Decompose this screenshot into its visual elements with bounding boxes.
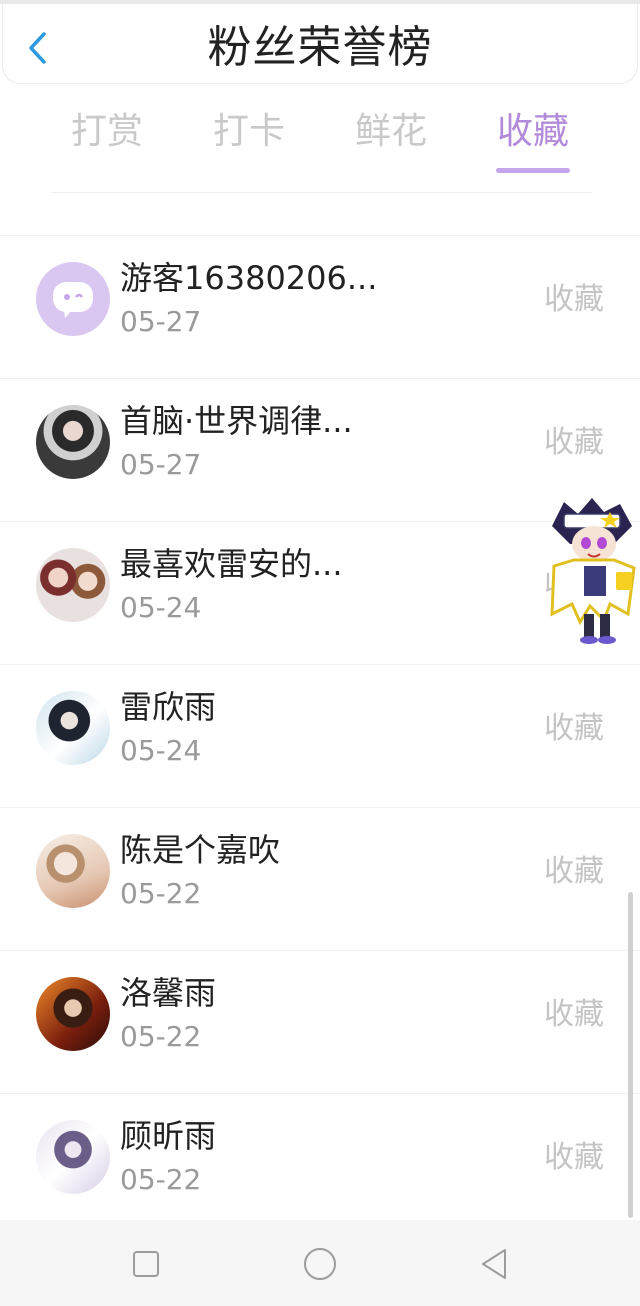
fan-date: 05-22 (120, 877, 202, 910)
fan-name: 游客16380206... (120, 259, 378, 297)
page-title: 粉丝荣誉榜 (207, 22, 433, 73)
fan-action-label: 收藏 (544, 425, 604, 460)
fan-date: 05-24 (120, 734, 202, 767)
list-item[interactable]: 顾昕雨 05-22 收藏 (0, 1093, 640, 1236)
fan-date: 05-27 (120, 448, 202, 481)
system-back-button[interactable] (472, 1242, 516, 1286)
fan-name: 雷欣雨 (120, 688, 217, 726)
fan-list: 游客16380206... 05-27 收藏 首脑·世界调律... 05-27 … (0, 235, 640, 1236)
tab-label: 打卡 (212, 111, 285, 152)
fan-date: 05-22 (120, 1020, 202, 1053)
fan-name: 最喜欢雷安的... (120, 545, 343, 583)
fan-action-label: 收藏 (544, 854, 604, 889)
square-icon (133, 1251, 159, 1277)
avatar[interactable] (36, 834, 110, 908)
scrollbar[interactable] (628, 892, 633, 1218)
fan-name: 顾昕雨 (120, 1117, 217, 1155)
header-card: 粉丝荣誉榜 (2, 4, 638, 84)
divider (52, 192, 592, 193)
avatar[interactable] (36, 262, 110, 336)
default-avatar-icon (53, 282, 93, 318)
circle-icon (304, 1248, 336, 1280)
fan-date: 05-27 (120, 305, 202, 338)
fan-date: 05-22 (120, 1163, 202, 1196)
tab-label: 鲜花 (354, 111, 427, 152)
home-button[interactable] (298, 1242, 342, 1286)
anime-mascot-icon (550, 498, 636, 644)
fan-date: 05-24 (120, 591, 202, 624)
avatar[interactable] (36, 1120, 110, 1194)
tab-reward[interactable]: 打赏 (52, 106, 162, 176)
fan-name: 首脑·世界调律... (120, 402, 353, 440)
tab-favorites[interactable]: 收藏 (478, 106, 588, 176)
list-item[interactable]: 游客16380206... 05-27 收藏 (0, 235, 640, 378)
tab-checkin[interactable]: 打卡 (194, 106, 304, 176)
app-header: 粉丝荣誉榜 (0, 0, 640, 86)
tab-bar: 打赏 打卡 鲜花 收藏 (0, 100, 640, 180)
fan-action-label: 收藏 (544, 711, 604, 746)
list-item[interactable]: 陈是个嘉吹 05-22 收藏 (0, 807, 640, 950)
avatar[interactable] (36, 977, 110, 1051)
fan-action-label: 收藏 (544, 1140, 604, 1175)
triangle-back-icon (482, 1249, 506, 1279)
list-item[interactable]: 雷欣雨 05-24 收藏 (0, 664, 640, 807)
fan-name: 洛馨雨 (120, 974, 217, 1012)
fan-action-label: 收藏 (544, 282, 604, 317)
active-tab-indicator (496, 168, 570, 173)
avatar[interactable] (36, 405, 110, 479)
list-item[interactable]: 洛馨雨 05-22 收藏 (0, 950, 640, 1093)
tab-label: 打赏 (70, 111, 143, 152)
fan-name: 陈是个嘉吹 (120, 831, 281, 869)
tab-flowers[interactable]: 鲜花 (336, 106, 446, 176)
avatar[interactable] (36, 548, 110, 622)
recents-button[interactable] (124, 1242, 168, 1286)
tab-label: 收藏 (496, 111, 569, 152)
system-nav-bar (0, 1220, 640, 1306)
floating-mascot[interactable] (544, 496, 640, 646)
avatar[interactable] (36, 691, 110, 765)
fan-action-label: 收藏 (544, 997, 604, 1032)
